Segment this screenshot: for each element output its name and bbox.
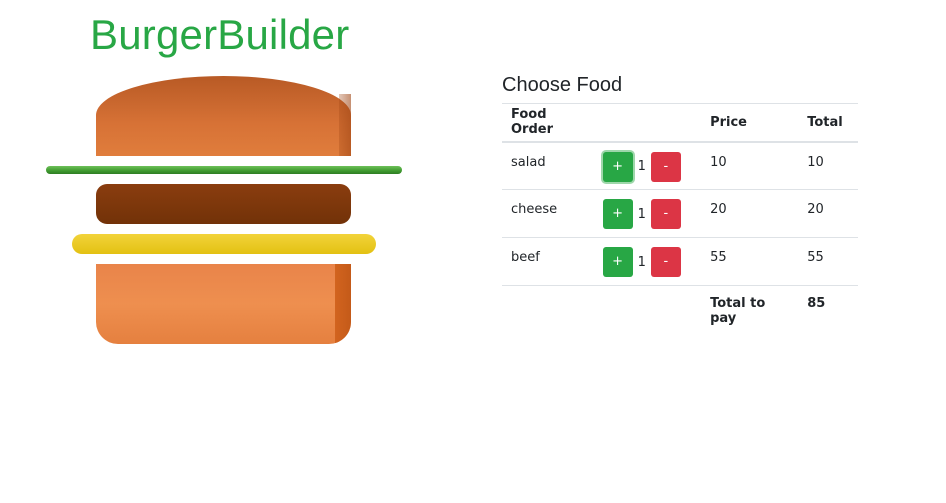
cheese-layer	[72, 234, 376, 254]
total-row: Total to pay 85	[502, 286, 858, 327]
burger-illustration	[0, 0, 430, 360]
bun-bottom	[96, 264, 351, 344]
add-beef-button[interactable]: +	[602, 247, 633, 277]
empty-cell	[502, 286, 594, 327]
food-price: 20	[701, 189, 799, 238]
order-panel: Choose Food Food Order Price Total salad	[502, 70, 858, 326]
quantity-value: 1	[637, 159, 646, 174]
remove-cheese-button[interactable]: -	[650, 199, 681, 229]
bun-top-shade	[339, 94, 351, 156]
remove-salad-button[interactable]: -	[650, 151, 681, 182]
table-row: cheese + 1 - 20 20	[502, 189, 858, 238]
food-name: beef	[502, 237, 594, 286]
total-to-pay-label: Total to pay	[710, 296, 766, 326]
column-header-controls	[593, 103, 702, 143]
table-row: salad + 1 - 10 10	[502, 141, 858, 190]
burger-builder-page: BurgerBuilder Choose Food Food Order Pri…	[0, 0, 946, 503]
total-to-pay-value: 85	[807, 296, 826, 311]
table-row: beef + 1 - 55 55	[502, 237, 858, 286]
column-header-price: Price	[701, 103, 799, 143]
remove-beef-button[interactable]: -	[650, 247, 681, 277]
empty-cell	[594, 286, 702, 327]
add-cheese-button[interactable]: +	[602, 199, 633, 229]
quantity-controls: + 1 -	[593, 237, 702, 286]
column-header-food: Food Order	[502, 103, 594, 143]
quantity-controls: + 1 -	[593, 189, 702, 238]
food-total: 55	[798, 237, 858, 286]
bun-top	[96, 76, 351, 156]
quantity-value: 1	[637, 254, 646, 270]
order-table: Food Order Price Total salad + 1 - 10 10…	[502, 103, 858, 326]
panel-title: Choose Food	[502, 74, 623, 96]
quantity-controls: + 1 -	[593, 141, 702, 190]
column-header-total: Total	[798, 103, 858, 143]
food-total: 10	[798, 141, 858, 190]
food-price: 10	[701, 141, 799, 190]
add-salad-button[interactable]: +	[602, 151, 633, 182]
food-price: 55	[701, 237, 799, 286]
table-header-row: Food Order Price Total	[502, 103, 858, 143]
patty-layer	[96, 184, 351, 224]
food-name: salad	[502, 141, 594, 190]
lettuce-layer	[46, 166, 402, 174]
bun-bottom-shade	[335, 264, 351, 344]
food-name: cheese	[502, 189, 594, 238]
quantity-value: 1	[637, 206, 646, 222]
food-total: 20	[798, 189, 858, 238]
